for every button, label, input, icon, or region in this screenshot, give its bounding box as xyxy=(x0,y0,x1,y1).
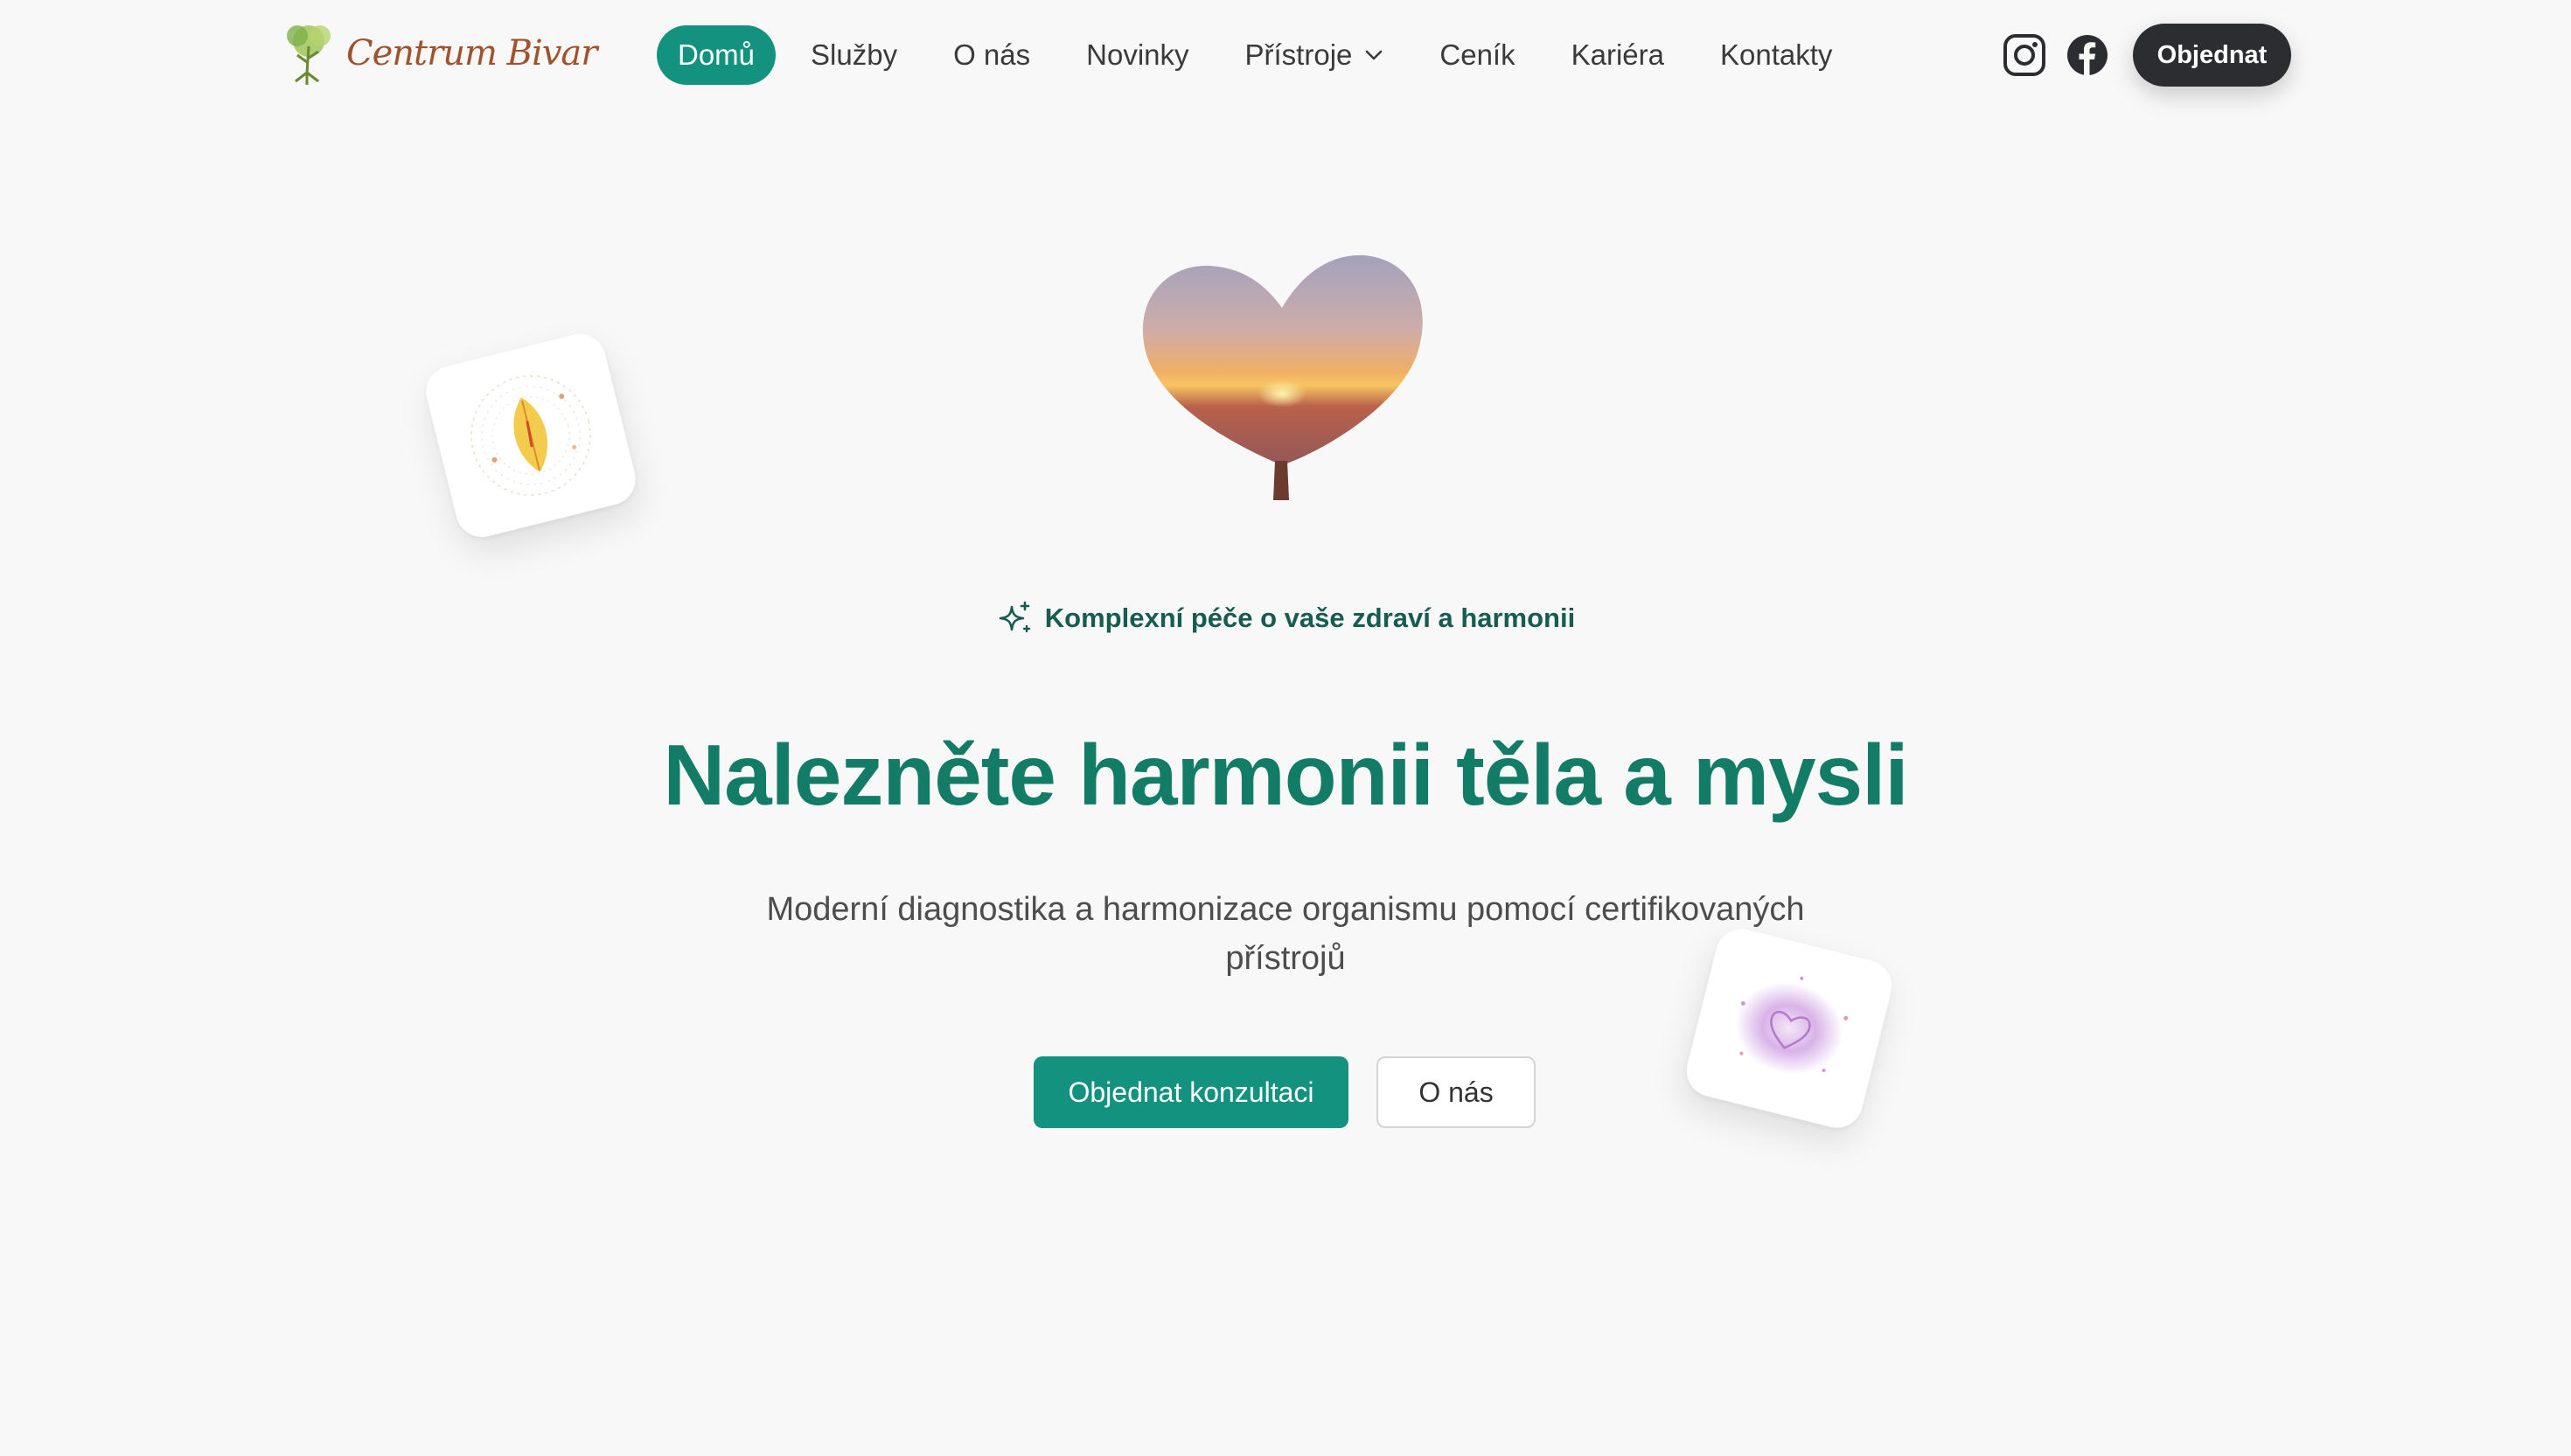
sparkles-icon xyxy=(999,601,1030,633)
hero-headline: Nalezněte harmonii těla a mysli xyxy=(663,727,1908,823)
instagram-icon[interactable] xyxy=(2003,33,2046,77)
nav-item-novinky[interactable]: Novinky xyxy=(1065,25,1209,85)
nav-item-pristroje-label: Přístroje xyxy=(1244,38,1353,71)
nav-item-cenik[interactable]: Ceník xyxy=(1418,25,1536,85)
hero-tagline: Komplexní péče o vaše zdraví a harmonii xyxy=(0,600,2571,644)
nav-item-kariera[interactable]: Kariéra xyxy=(1550,25,1685,85)
page: Centrum Bivar Domů Služby O nás Novinky … xyxy=(0,0,2571,1456)
about-us-button[interactable]: O nás xyxy=(1376,1056,1536,1128)
heart-tree-image xyxy=(1142,254,1423,500)
leaf-card-image xyxy=(420,328,642,543)
nav-item-pristroje[interactable]: Přístroje xyxy=(1224,25,1405,85)
nav-item-domu[interactable]: Domů xyxy=(657,25,777,85)
logo-text: Centrum Bivar xyxy=(346,33,597,73)
social-links xyxy=(2003,33,2109,77)
hero-tagline-text: Komplexní péče o vaše zdraví a harmonii xyxy=(1044,603,1576,633)
nav-menu: Domů Služby O nás Novinky Přístroje Cení… xyxy=(657,24,1867,86)
facebook-icon[interactable] xyxy=(2066,33,2109,77)
order-consultation-button[interactable]: Objednat konzultaci xyxy=(1034,1056,1348,1128)
top-navigation: Centrum Bivar Domů Služby O nás Novinky … xyxy=(0,0,2571,110)
hero-subtitle: Moderní diagnostika a harmonizace organi… xyxy=(766,891,1805,977)
nav-item-o-nas[interactable]: O nás xyxy=(932,25,1051,85)
logo[interactable]: Centrum Bivar xyxy=(278,19,597,87)
nav-item-sluzby[interactable]: Služby xyxy=(790,25,918,85)
order-button[interactable]: Objednat xyxy=(2133,24,2291,87)
nav-item-kontakty[interactable]: Kontakty xyxy=(1699,25,1853,85)
chevron-down-icon xyxy=(1364,49,1383,61)
tree-logo-icon xyxy=(287,25,331,85)
